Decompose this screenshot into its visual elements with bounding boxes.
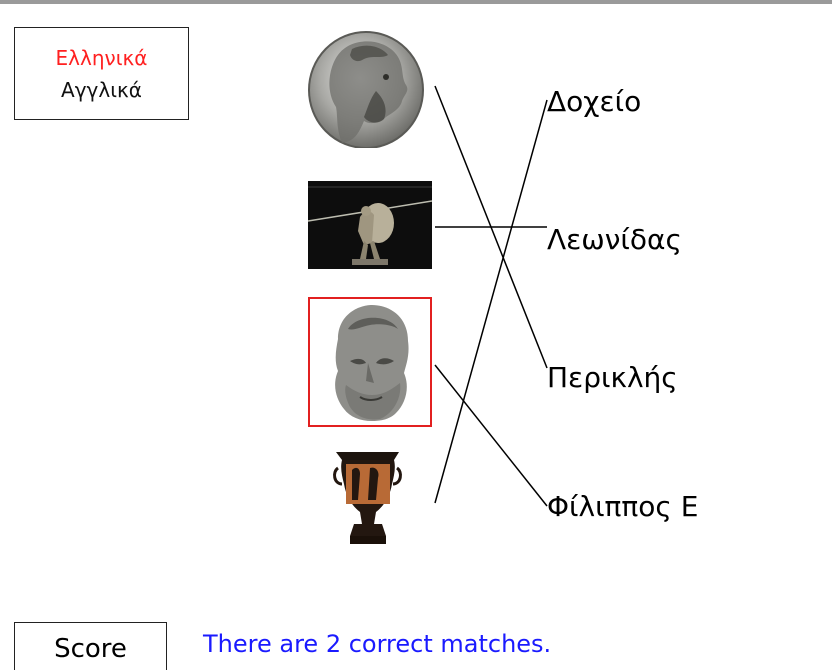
marble-bust-image [310, 299, 430, 425]
match-line-0 [434, 85, 548, 369]
top-divider [0, 0, 832, 4]
coin-portrait-image [306, 25, 430, 148]
matching-game: Ελληνικά Αγγλικά Δοχείο Λεωνίδας Περικλή… [0, 0, 832, 670]
red-figure-vase-image [330, 448, 405, 550]
language-option-english[interactable]: Αγγλικά [61, 76, 142, 104]
match-line-2 [434, 364, 548, 507]
image-tile-coin[interactable] [306, 25, 430, 148]
language-option-greek[interactable]: Ελληνικά [56, 44, 148, 72]
name-label-leonidas[interactable]: Λεωνίδας [547, 223, 682, 257]
image-tile-statue[interactable] [308, 181, 432, 269]
score-button[interactable]: Score [14, 622, 167, 670]
name-label-philippos[interactable]: Φίλιππος Ε [547, 490, 698, 524]
name-label-doxeio[interactable]: Δοχείο [547, 85, 641, 119]
image-tile-vase[interactable] [330, 448, 405, 550]
warrior-statue-image [308, 181, 432, 269]
image-tile-bust[interactable] [308, 297, 432, 427]
match-line-3 [434, 99, 548, 504]
name-label-perikles[interactable]: Περικλής [547, 361, 678, 395]
language-selector: Ελληνικά Αγγλικά [14, 27, 189, 120]
score-message: There are 2 correct matches. [203, 630, 552, 658]
